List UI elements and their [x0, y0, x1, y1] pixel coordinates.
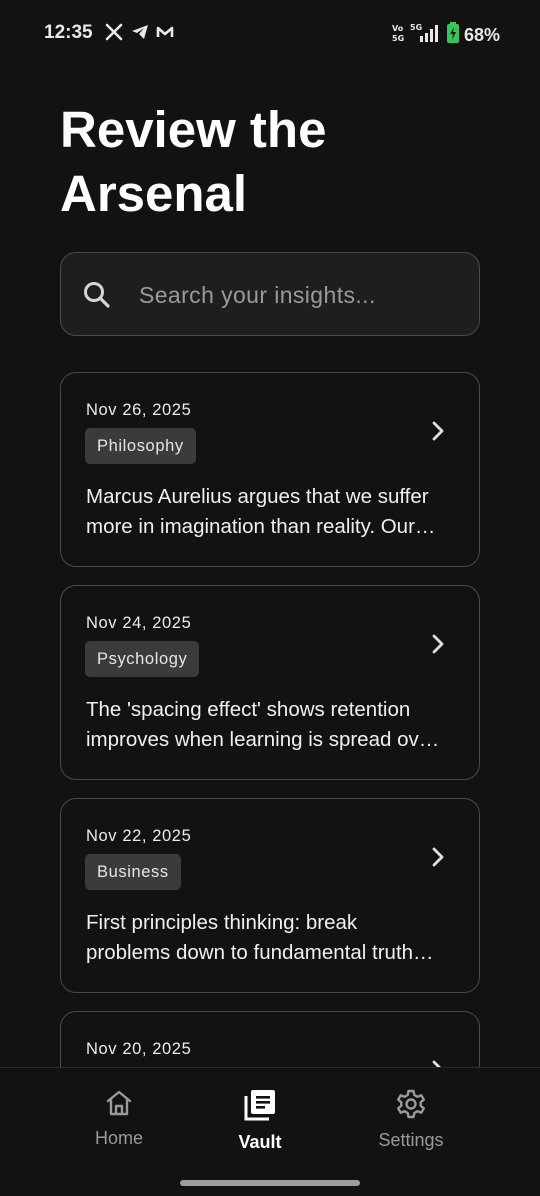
- signal-icon: 5G: [408, 22, 442, 49]
- category-tag: Business: [85, 854, 181, 890]
- status-bar: 12:35 Vo 5G 5G 68%: [0, 0, 540, 68]
- page-title: Review the Arsenal: [60, 101, 327, 222]
- nav-vault[interactable]: Vault: [190, 1088, 330, 1153]
- insight-card[interactable]: Nov 24, 2025 Psychology The 'spacing eff…: [60, 585, 480, 780]
- x-icon: [104, 22, 124, 42]
- search-bar[interactable]: [60, 252, 480, 336]
- library-books-icon: [190, 1088, 330, 1122]
- svg-text:5G: 5G: [410, 23, 422, 32]
- volte-icon: Vo 5G: [392, 22, 404, 49]
- insight-date: Nov 22, 2025: [86, 827, 192, 845]
- search-icon: [82, 280, 112, 315]
- status-indicators: Vo 5G 5G 68%: [392, 22, 500, 49]
- insight-preview-line: improves when learning is spread ov…: [86, 728, 440, 751]
- nav-settings-label: Settings: [378, 1130, 444, 1150]
- m-icon: [156, 22, 174, 42]
- insight-date: Nov 24, 2025: [86, 614, 192, 632]
- insight-preview-line: more in imagination than reality. Our…: [86, 515, 436, 538]
- insight-preview-line: Marcus Aurelius argues that we suffer: [86, 485, 429, 508]
- gear-icon: [341, 1088, 481, 1120]
- chevron-right-icon[interactable]: [430, 845, 446, 874]
- insight-card[interactable]: Nov 22, 2025 Business First principles t…: [60, 798, 480, 993]
- insight-preview: The 'spacing effect' shows retention imp…: [86, 695, 458, 755]
- insight-list: Nov 26, 2025 Philosophy Marcus Aurelius …: [60, 372, 480, 1068]
- notification-icons: [104, 22, 174, 42]
- insight-preview-line: The 'spacing effect' shows retention: [86, 698, 411, 721]
- insight-preview: First principles thinking: break problem…: [86, 908, 458, 968]
- bottom-nav: Home Vault Settings: [0, 1067, 540, 1196]
- insight-card[interactable]: Nov 20, 2025: [60, 1011, 480, 1068]
- insight-preview-line: problems down to fundamental truth…: [86, 941, 434, 964]
- nav-vault-label: Vault: [238, 1132, 282, 1152]
- insight-preview-line: First principles thinking: break: [86, 911, 358, 934]
- status-time: 12:35: [44, 22, 93, 43]
- category-tag: Philosophy: [85, 428, 196, 464]
- telegram-icon: [130, 22, 150, 42]
- insight-date: Nov 26, 2025: [86, 401, 192, 419]
- nav-home[interactable]: Home: [49, 1088, 189, 1149]
- svg-text:Vo: Vo: [392, 24, 404, 33]
- vault-screen: 12:35 Vo 5G 5G 68% Review the Arsenal Se…: [0, 0, 540, 1196]
- chevron-right-icon[interactable]: [430, 419, 446, 448]
- insight-date: Nov 20, 2025: [86, 1040, 192, 1058]
- insight-preview: Marcus Aurelius argues that we suffer mo…: [86, 482, 458, 542]
- home-indicator[interactable]: [180, 1180, 360, 1186]
- battery-percent: 68%: [463, 25, 500, 45]
- nav-home-label: Home: [94, 1128, 143, 1148]
- svg-text:5G: 5G: [392, 34, 404, 43]
- search-input[interactable]: [139, 271, 459, 319]
- battery-icon: [446, 22, 460, 49]
- insight-card[interactable]: Nov 26, 2025 Philosophy Marcus Aurelius …: [60, 372, 480, 567]
- category-tag: Psychology: [85, 641, 200, 677]
- chevron-right-icon[interactable]: [430, 632, 446, 661]
- nav-settings[interactable]: Settings: [341, 1088, 481, 1151]
- home-icon: [49, 1088, 189, 1118]
